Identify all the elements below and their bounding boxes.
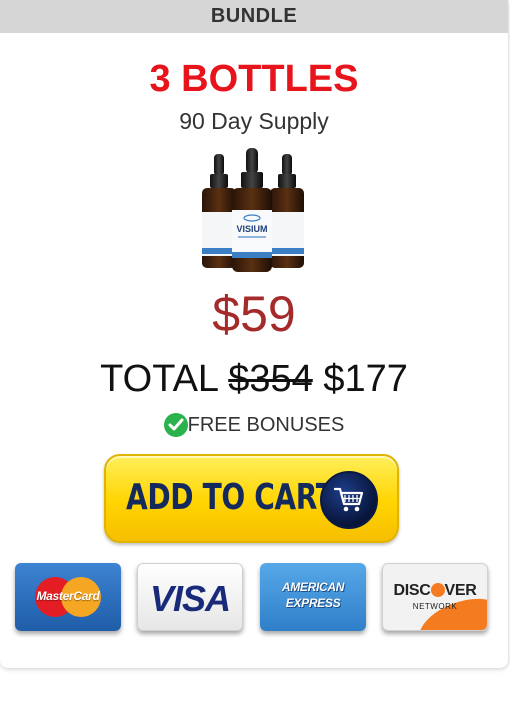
bundle-header: BUNDLE bbox=[0, 0, 508, 33]
visa-logo: VISA bbox=[137, 563, 243, 631]
amex-text: AMERICAN EXPRESS bbox=[270, 579, 356, 611]
supply-duration: 90 Day Supply bbox=[179, 108, 329, 134]
bottle-center: VISIUM bbox=[232, 148, 272, 272]
original-total: $354 bbox=[228, 358, 313, 400]
add-to-cart-label: ADD TO CART bbox=[126, 477, 335, 518]
free-bonuses-label: FREE BONUSES bbox=[187, 414, 345, 436]
american-express-logo: AMERICAN EXPRESS bbox=[260, 563, 366, 631]
discounted-total: $177 bbox=[323, 358, 408, 400]
bottle-left bbox=[202, 154, 236, 268]
bottle-right bbox=[270, 154, 304, 268]
mastercard-text: MasterCard bbox=[36, 589, 100, 603]
per-bottle-price: $59 bbox=[212, 286, 296, 342]
check-circle-icon bbox=[163, 413, 188, 437]
discover-o-circle bbox=[430, 583, 445, 597]
amex-line-2: EXPRESS bbox=[285, 596, 341, 610]
total-label: TOTAL bbox=[100, 358, 218, 400]
bottle-quantity: 3 BOTTLES bbox=[149, 58, 359, 100]
shopping-cart-icon bbox=[320, 471, 378, 529]
total-price-line: TOTAL $354 $177 bbox=[0, 356, 508, 402]
mastercard-logo: MasterCard bbox=[15, 563, 121, 631]
bundle-card: BUNDLE 3 BOTTLES 90 Day Supply VISIUM $5… bbox=[0, 0, 508, 668]
product-bottles-image: VISIUM bbox=[202, 148, 304, 272]
amex-line-1: AMERICAN bbox=[281, 580, 345, 594]
free-bonuses: FREE BONUSES bbox=[0, 412, 508, 438]
visa-text: VISA bbox=[149, 578, 231, 619]
discover-logo: DISC VER NETWORK bbox=[382, 563, 488, 631]
discover-network-text: NETWORK bbox=[412, 602, 458, 611]
svg-text:VISIUM: VISIUM bbox=[236, 224, 267, 234]
discover-text: DISC VER bbox=[393, 582, 477, 599]
add-to-cart-button[interactable]: ADD TO CART bbox=[104, 454, 399, 543]
